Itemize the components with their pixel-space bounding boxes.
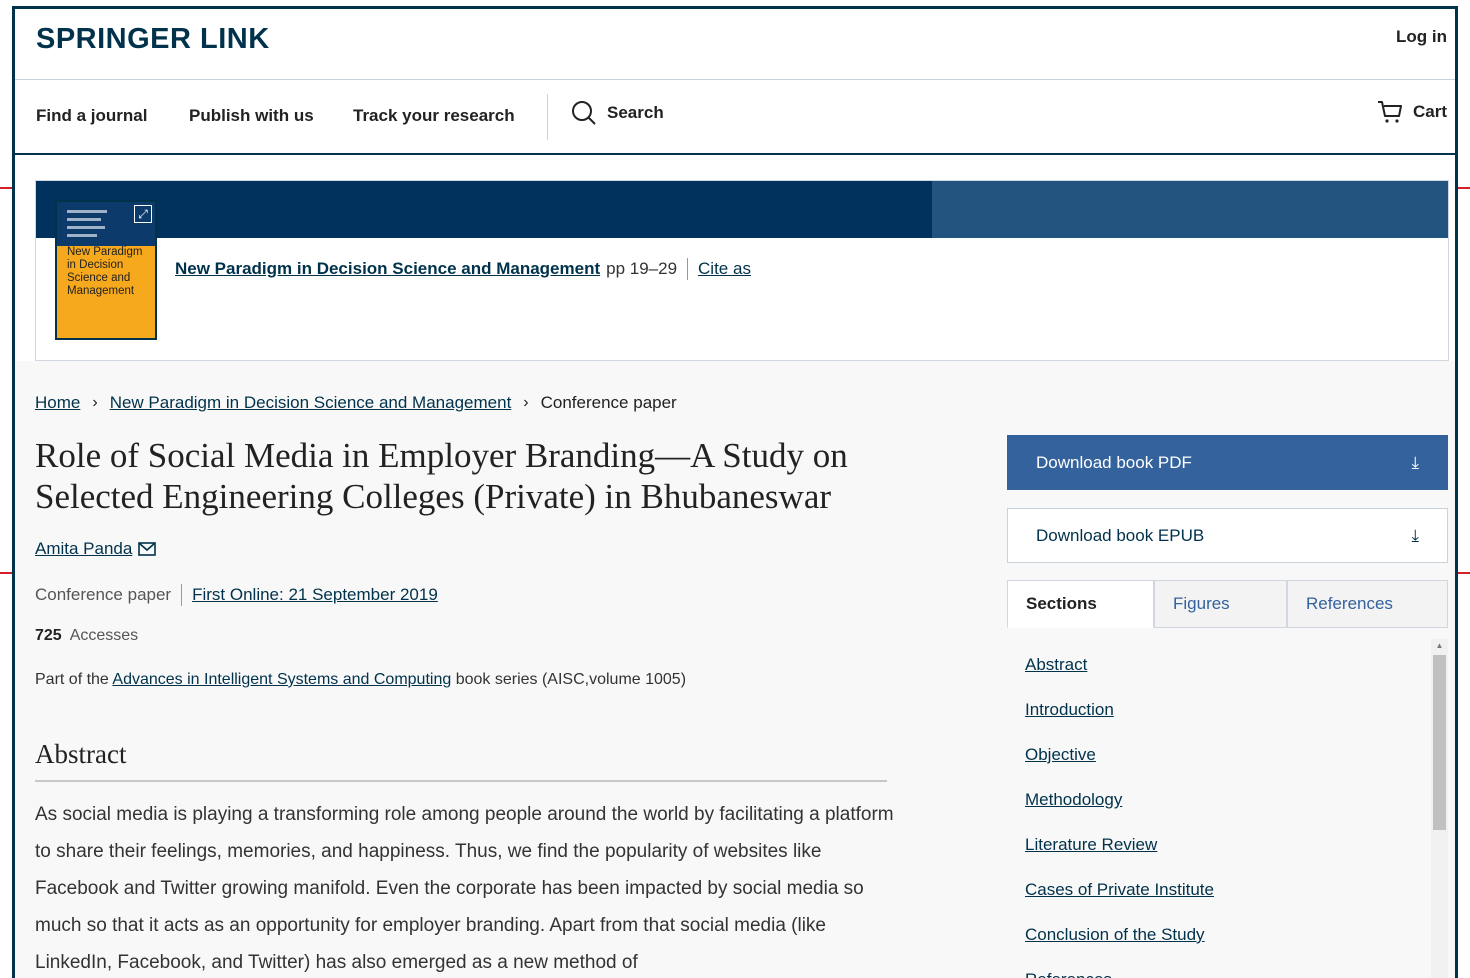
section-link-conclusion[interactable]: Conclusion of the Study [1025,925,1205,945]
sections-list: Abstract Introduction Objective Methodol… [1007,628,1431,978]
part-of-prefix: Part of the [35,671,109,688]
book-banner: ⤢ New Paradigm in Decision Science and M… [35,180,1449,361]
download-epub-button[interactable]: Download book EPUB ⤓ [1007,508,1448,563]
cover-line [67,234,97,237]
breadcrumb-home[interactable]: Home [35,393,80,413]
download-icon: ⤓ [1411,452,1419,472]
search-icon [572,101,596,125]
abstract-text: As social media is playing a transformin… [35,804,894,973]
nav-publish-with-us[interactable]: Publish with us [189,106,314,126]
divider [687,258,689,280]
paper-type: Conference paper [35,585,172,604]
search-button[interactable]: Search [571,100,664,126]
book-cover-thumbnail[interactable]: ⤢ New Paradigm in Decision Science and M… [55,200,157,340]
mail-icon[interactable] [138,542,157,556]
download-pdf-button[interactable]: Download book PDF ⤓ [1007,435,1448,490]
section-link-literature-review[interactable]: Literature Review [1025,835,1157,855]
page-title: Role of Social Media in Employer Brandin… [35,436,848,516]
nav-divider [547,94,548,140]
tab-sections[interactable]: Sections [1007,580,1154,628]
download-icon: ⤓ [1411,525,1419,545]
accesses-metric: 725 Accesses [35,627,138,645]
author-link[interactable]: Amita Panda [35,539,157,559]
section-link-cases[interactable]: Cases of Private Institute [1025,880,1214,900]
springer-link-logo[interactable]: SPRINGER LINK [36,23,270,56]
search-label: Search [607,103,664,122]
red-edge-marker [0,187,12,189]
series-link[interactable]: Advances in Intelligent Systems and Comp… [112,671,451,688]
banner-dark-band [36,181,932,238]
accesses-count: 725 [35,627,62,644]
download-pdf-label: Download book PDF [1036,452,1192,472]
cover-line [67,210,107,213]
cart-label: Cart [1412,102,1447,121]
section-link-objective[interactable]: Objective [1025,745,1096,765]
nav-find-journal[interactable]: Find a journal [36,106,147,126]
section-link-methodology[interactable]: Methodology [1025,790,1122,810]
scroll-thumb[interactable] [1433,655,1446,830]
download-epub-label: Download book EPUB [1036,525,1205,545]
cover-line [67,218,101,221]
author-name[interactable]: Amita Panda [35,539,132,559]
paper-meta: Conference paper First Online: 21 Septem… [35,584,438,606]
banner-light-band [932,181,1448,238]
series-info: Part of the Advances in Intelligent Syst… [35,671,686,689]
accesses-label: Accesses [69,627,139,644]
browser-page: SPRINGER LINK Log in Find a journal Publ… [12,6,1458,978]
chevron-right-icon: › [92,394,98,411]
cite-as-link[interactable]: Cite as [698,259,751,279]
section-link-abstract[interactable]: Abstract [1025,655,1087,675]
part-of-suffix: book series (AISC,volume 1005) [455,671,687,688]
main-nav: Find a journal Publish with us Track you… [15,80,1455,155]
sections-scrollbar[interactable]: ▲ [1431,639,1448,978]
top-header: SPRINGER LINK Log in [15,9,1455,80]
book-pages: pp 19–29 [606,259,678,278]
section-link-references[interactable]: References [1025,970,1112,978]
breadcrumb: Home › New Paradigm in Decision Science … [35,393,677,413]
red-edge-marker [1458,572,1470,574]
red-edge-marker [1458,187,1470,189]
sidebar-tabs: Sections Figures References [1007,580,1448,628]
cart-icon [1377,101,1402,123]
section-link-introduction[interactable]: Introduction [1025,700,1114,720]
tab-figures[interactable]: Figures [1154,580,1287,628]
cart-button[interactable]: Cart [1377,100,1447,124]
breadcrumb-current: Conference paper [540,393,677,412]
chevron-right-icon: › [523,394,529,411]
expand-icon[interactable]: ⤢ [134,205,152,223]
book-title-link[interactable]: New Paradigm in Decision Science and Man… [175,259,600,279]
abstract-heading: Abstract [35,739,127,769]
login-link[interactable]: Log in [1396,27,1447,47]
cover-line [67,226,105,229]
scroll-up-arrow-icon[interactable]: ▲ [1431,639,1448,653]
red-edge-marker [0,572,12,574]
abstract-divider [35,780,887,782]
breadcrumb-book[interactable]: New Paradigm in Decision Science and Man… [110,393,512,413]
divider [181,584,183,606]
tab-references[interactable]: References [1287,580,1448,628]
cover-title: New Paradigm in Decision Science and Man… [67,246,143,297]
first-online-link[interactable]: First Online: 21 September 2019 [192,585,438,605]
nav-track-research[interactable]: Track your research [353,106,515,126]
book-info: New Paradigm in Decision Science and Man… [175,258,751,280]
